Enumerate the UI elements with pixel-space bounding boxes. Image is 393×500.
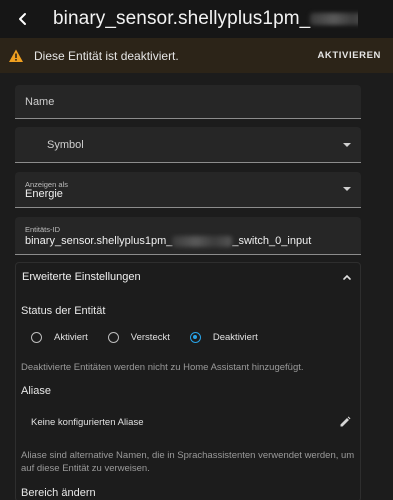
entity-settings-dialog: binary_sensor.shellyplus1pm_ Diese Entit… [0, 0, 393, 500]
name-field[interactable]: Name [15, 85, 361, 119]
show-as-select[interactable]: Anzeigen als Energie [15, 172, 361, 208]
advanced-settings-title: Erweiterte Einstellungen [22, 270, 141, 283]
radio-hidden[interactable] [107, 332, 119, 343]
entity-id-suffix: _switch_0_input [232, 235, 312, 247]
disabled-helper-text: Deaktivierte Entitäten werden nicht zu H… [21, 362, 304, 373]
symbol-label: Symbol [47, 139, 84, 151]
dialog-title: binary_sensor.shellyplus1pm_ [53, 8, 358, 30]
warning-message: Diese Entität ist deaktiviert. [34, 48, 179, 63]
title-text: binary_sensor.shellyplus1pm_ [53, 8, 311, 29]
arrow-left-icon [19, 13, 26, 25]
radio-hidden-label[interactable]: Versteckt [131, 332, 170, 343]
redacted-text [310, 12, 358, 25]
name-label: Name [25, 96, 55, 108]
change-area-title[interactable]: Bereich ändern [21, 487, 96, 499]
pencil-icon[interactable] [339, 416, 351, 428]
entity-status-title: Status der Entität [21, 305, 106, 317]
aliases-title: Aliase [21, 385, 51, 397]
chevron-down-icon [343, 143, 351, 147]
entity-id-field[interactable]: Entitäts-ID binary_sensor.shellyplus1pm_… [15, 217, 361, 255]
chevron-down-icon [343, 187, 351, 191]
entity-id-value: binary_sensor.shellyplus1pm_ _switch_0_in… [25, 235, 311, 247]
activate-button[interactable]: AKTIVIEREN [317, 50, 381, 61]
chevron-up-icon [343, 274, 351, 280]
back-button[interactable] [8, 0, 38, 38]
aliases-row[interactable]: Keine konfigurierten Aliase [31, 414, 351, 430]
radio-enabled[interactable] [31, 332, 42, 343]
disabled-warning-banner: Diese Entität ist deaktiviert. AKTIVIERE… [0, 38, 393, 73]
radio-disabled[interactable] [189, 332, 201, 343]
redacted-text [172, 235, 233, 247]
entity-id-label: Entitäts-ID [25, 225, 61, 234]
symbol-field[interactable]: Symbol [15, 127, 361, 163]
radio-disabled-label[interactable]: Deaktiviert [213, 332, 258, 343]
alert-triangle-icon [9, 49, 23, 62]
radio-enabled-label[interactable]: Aktiviert [54, 332, 88, 343]
show-as-value: Energie [25, 188, 63, 200]
aliases-empty-text: Keine konfigurierten Aliase [31, 416, 144, 428]
advanced-settings-header[interactable]: Erweiterte Einstellungen [16, 263, 360, 290]
aliases-helper-text: Aliase sind alternative Namen, die in Sp… [21, 450, 355, 474]
entity-id-prefix: binary_sensor.shellyplus1pm_ [25, 235, 173, 247]
entity-status-radio-group: Aktiviert Versteckt Deaktiviert [31, 332, 258, 343]
dialog-header: binary_sensor.shellyplus1pm_ [0, 0, 393, 38]
